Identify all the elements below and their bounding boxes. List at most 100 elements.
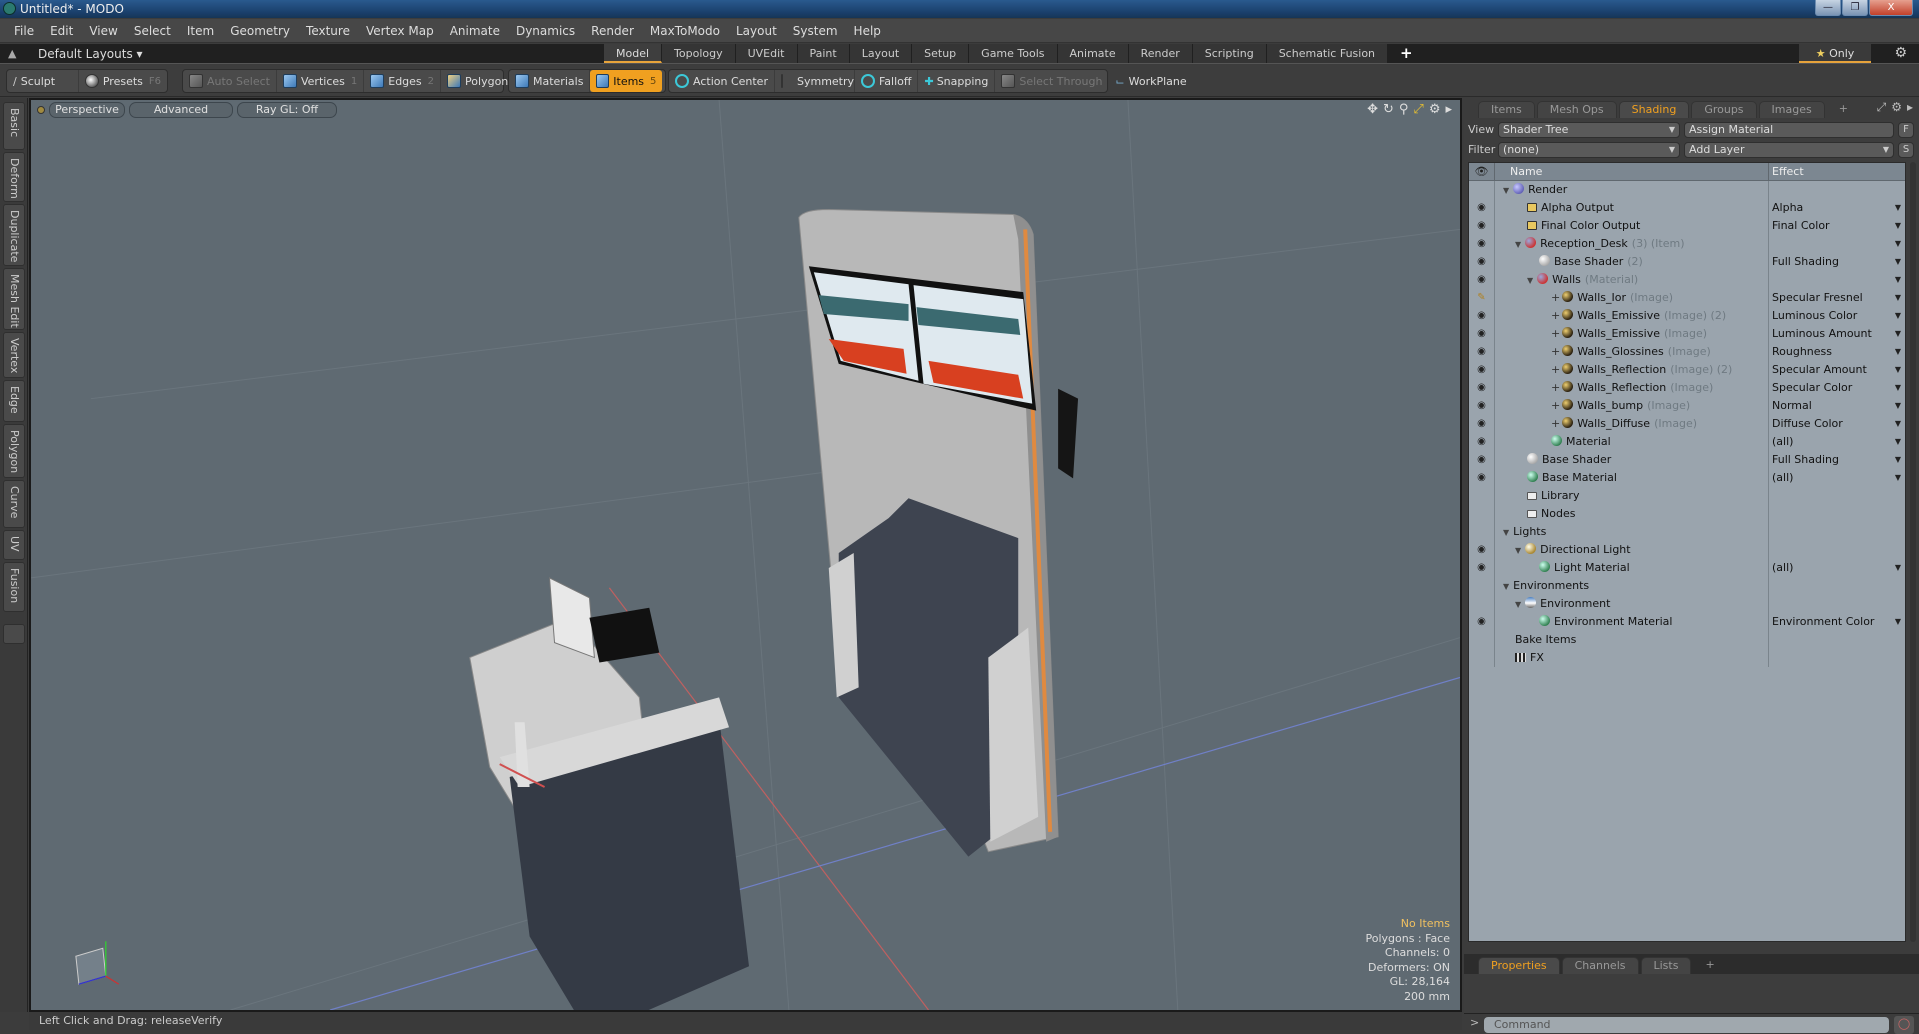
effect-dropdown-arrow-icon[interactable]: ▼	[1895, 325, 1901, 343]
effect-cell[interactable]: Full Shading ▼	[1769, 253, 1905, 271]
effect-cell[interactable]: Environment Color ▼	[1769, 613, 1905, 631]
tree-row[interactable]: ◉ ▼ Directional Light	[1469, 541, 1905, 559]
menu-file[interactable]: File	[6, 24, 42, 38]
symmetry-button[interactable]: Symmetry	[775, 70, 855, 92]
3d-viewport[interactable]: Perspective Advanced Ray GL: Off ✥ ↻ ⚲ ⤢…	[29, 98, 1462, 1012]
visibility-eye-icon[interactable]: ◉	[1469, 271, 1495, 289]
tool-tab-duplicate[interactable]: Duplicate	[3, 204, 25, 266]
tree-row[interactable]: ◉ Light Material (all) ▼	[1469, 559, 1905, 577]
item-name-cell[interactable]: + Walls_Glossines (Image)	[1495, 343, 1769, 361]
workplane-button[interactable]: ⌙ WorkPlane	[1109, 70, 1192, 92]
panel-tab-items[interactable]: Items	[1478, 101, 1535, 118]
tree-scrollbar[interactable]	[1910, 162, 1916, 942]
menu-edit[interactable]: Edit	[42, 24, 81, 38]
visibility-eye-icon[interactable]: ◉	[1469, 541, 1495, 559]
only-toggle[interactable]: ★ Only	[1799, 44, 1871, 63]
effect-dropdown-arrow-icon[interactable]: ▼	[1895, 469, 1901, 487]
tree-row[interactable]: ◉ + Walls_bump (Image) Normal ▼	[1469, 397, 1905, 415]
item-name-cell[interactable]: ▼ Render	[1495, 181, 1769, 199]
effect-dropdown-arrow-icon[interactable]: ▼	[1895, 379, 1901, 397]
visibility-empty[interactable]	[1469, 505, 1495, 523]
tree-row[interactable]: ◉ Material (all) ▼	[1469, 433, 1905, 451]
viewport-indicator-icon[interactable]	[37, 106, 45, 114]
effect-dropdown-arrow-icon[interactable]: ▼	[1895, 235, 1901, 253]
zoom-icon[interactable]: ⚲	[1399, 102, 1409, 117]
visibility-eye-icon[interactable]: ◉	[1469, 361, 1495, 379]
effect-cell[interactable]: Specular Color ▼	[1769, 379, 1905, 397]
visibility-eye-icon[interactable]: ◉	[1469, 253, 1495, 271]
select-through-button[interactable]: Select Through	[995, 70, 1110, 92]
item-name-cell[interactable]: Library	[1495, 487, 1769, 505]
menu-item[interactable]: Item	[179, 24, 222, 38]
visibility-empty[interactable]	[1469, 631, 1495, 649]
item-name-cell[interactable]: + Walls_Emissive (Image) (2)	[1495, 307, 1769, 325]
ray-gl-button[interactable]: Ray GL: Off	[237, 102, 337, 118]
sculpt-button[interactable]: ∕ Sculpt	[7, 70, 79, 92]
tree-row[interactable]: ◉ Base Material (all) ▼	[1469, 469, 1905, 487]
tree-row[interactable]: ◉ ▼ Reception_Desk (3) (Item) ▼	[1469, 235, 1905, 253]
bottom-tab-properties[interactable]: Properties	[1478, 957, 1560, 974]
minimize-button[interactable]: —	[1815, 0, 1841, 16]
item-name-cell[interactable]: Final Color Output	[1495, 217, 1769, 235]
collapse-arrow-icon[interactable]: ▲	[8, 47, 16, 60]
visibility-eye-icon[interactable]: ◉	[1469, 469, 1495, 487]
layout-tab-scripting[interactable]: Scripting	[1192, 44, 1267, 63]
expand-triangle-icon[interactable]: ▼	[1515, 240, 1521, 249]
tree-row[interactable]: ◉ Alpha Output Alpha ▼	[1469, 199, 1905, 217]
item-name-cell[interactable]: ▼ Directional Light	[1495, 541, 1769, 559]
add-icon[interactable]: +	[1551, 291, 1560, 304]
menu-help[interactable]: Help	[846, 24, 889, 38]
layout-tab-schematic-fusion[interactable]: Schematic Fusion	[1266, 44, 1389, 63]
add-icon[interactable]: +	[1551, 399, 1560, 412]
visibility-eye-icon[interactable]: ◉	[1469, 235, 1495, 253]
name-column-header[interactable]: Name	[1495, 163, 1769, 180]
menu-geometry[interactable]: Geometry	[222, 24, 298, 38]
effect-dropdown-arrow-icon[interactable]: ▼	[1895, 343, 1901, 361]
tree-row[interactable]: ◉ + Walls_Emissive (Image) (2) Luminous Colo…	[1469, 307, 1905, 325]
visibility-eye-icon[interactable]: ◉	[1469, 343, 1495, 361]
paint-brush-icon[interactable]: ✎	[1469, 289, 1495, 307]
item-name-cell[interactable]: Base Material	[1495, 469, 1769, 487]
add-layout-tab-button[interactable]: +	[1388, 44, 1426, 63]
item-name-cell[interactable]: Nodes	[1495, 505, 1769, 523]
visibility-eye-icon[interactable]: ◉	[1469, 217, 1495, 235]
menu-view[interactable]: View	[81, 24, 125, 38]
item-name-cell[interactable]: FX	[1495, 649, 1769, 667]
visibility-eye-icon[interactable]: ◉	[1469, 379, 1495, 397]
effect-cell[interactable]: (all) ▼	[1769, 559, 1905, 577]
menu-texture[interactable]: Texture	[298, 24, 358, 38]
falloff-button[interactable]: Falloff	[855, 70, 919, 92]
effect-cell[interactable]: (all) ▼	[1769, 469, 1905, 487]
add-icon[interactable]: +	[1551, 309, 1560, 322]
tool-tab-vertex[interactable]: Vertex	[3, 332, 25, 378]
add-icon[interactable]: +	[1551, 417, 1560, 430]
visibility-eye-icon[interactable]: ◉	[1469, 559, 1495, 577]
effect-dropdown-arrow-icon[interactable]: ▼	[1895, 289, 1901, 307]
tree-row[interactable]: ✎ + Walls_Ior (Image) Specular Fresnel ▼	[1469, 289, 1905, 307]
tool-tab-mesh-edit[interactable]: Mesh Edit	[3, 268, 25, 330]
rotate-icon[interactable]: ↻	[1383, 102, 1394, 117]
tree-row[interactable]: Nodes	[1469, 505, 1905, 523]
view-dropdown[interactable]: Shader Tree ▼	[1498, 121, 1680, 138]
layout-tab-layout[interactable]: Layout	[849, 44, 913, 63]
panel-gear-icon[interactable]: ⚙	[1891, 100, 1902, 115]
assign-material-button[interactable]: Assign Material	[1684, 121, 1894, 138]
item-name-cell[interactable]: + Walls_Emissive (Image)	[1495, 325, 1769, 343]
effect-cell[interactable]: Specular Fresnel ▼	[1769, 289, 1905, 307]
tool-tab-extra[interactable]	[3, 624, 25, 644]
visibility-eye-icon[interactable]: ◉	[1469, 433, 1495, 451]
viewport-gear-icon[interactable]: ⚙	[1429, 102, 1441, 117]
effect-cell[interactable]: ▼	[1769, 271, 1905, 289]
record-macro-icon[interactable]: ◯	[1894, 1016, 1914, 1034]
effect-cell[interactable]: Diffuse Color ▼	[1769, 415, 1905, 433]
panel-tab-mesh-ops[interactable]: Mesh Ops	[1536, 101, 1617, 118]
expand-triangle-icon[interactable]: ▼	[1515, 546, 1521, 555]
tree-row[interactable]: ▼ Lights	[1469, 523, 1905, 541]
item-name-cell[interactable]: ▼ Lights	[1495, 523, 1769, 541]
effect-cell[interactable]: ▼	[1769, 235, 1905, 253]
visibility-eye-icon[interactable]: ◉	[1469, 397, 1495, 415]
effect-cell[interactable]: Normal ▼	[1769, 397, 1905, 415]
expand-triangle-icon[interactable]: ▼	[1503, 528, 1509, 537]
item-name-cell[interactable]: + Walls_Reflection (Image)	[1495, 379, 1769, 397]
add-icon[interactable]: +	[1551, 345, 1560, 358]
